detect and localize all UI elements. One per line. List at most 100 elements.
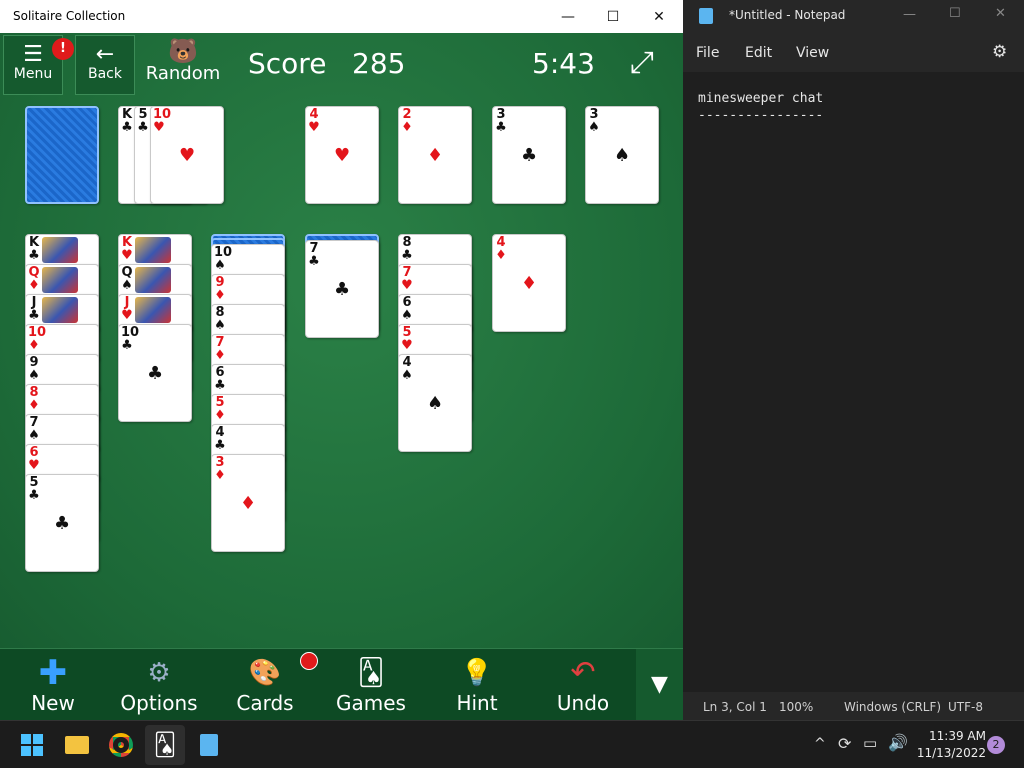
score-value: 285 [352, 47, 406, 80]
card-rank: 8 ♣ [401, 235, 413, 263]
score-label: Score [248, 47, 327, 80]
gear-icon[interactable]: ⚙ [992, 42, 1007, 62]
palette-icon: 🎨 [248, 658, 282, 688]
bottom-toolbar: ✚ New ⚙ Options 🎨 Cards 🂡 Games 💡 Hint ↶… [0, 648, 683, 720]
card-rank: 7 ♠ [28, 415, 40, 443]
menu-file[interactable]: File [696, 45, 719, 61]
text-editor[interactable]: minesweeper chat ---------------- [683, 72, 1024, 692]
suit-pip: ♠ [427, 393, 444, 414]
chevron-down-icon[interactable]: ▼ [636, 649, 683, 720]
notepad-taskbar-icon[interactable] [189, 725, 229, 765]
maximize-button[interactable]: ☐ [949, 6, 961, 21]
playing-card[interactable]: 7 ♣ ♣ [305, 240, 379, 338]
network-icon[interactable]: ▭ [863, 734, 877, 752]
undo-icon: ↶ [570, 655, 596, 690]
minimize-button[interactable]: — [903, 7, 916, 22]
card-rank: 4 ♣ [214, 425, 226, 453]
suit-pip: ♠ [614, 145, 631, 166]
card-rank: 4 ♠ [401, 355, 413, 383]
status-bar: Ln 3, Col 1 100% Windows (CRLF) UTF-8 [683, 694, 1024, 720]
playing-card[interactable]: 10 ♥ ♥ [150, 106, 224, 204]
card-rank: 9 ♦ [214, 275, 226, 303]
sync-icon[interactable]: ⟳ [838, 734, 851, 753]
arrow-left-icon: ← [95, 42, 115, 67]
menu-view[interactable]: View [796, 45, 829, 61]
face-card-art [135, 237, 171, 263]
playing-card[interactable]: 3 ♣ ♣ [492, 106, 566, 204]
face-card-art [135, 297, 171, 323]
playing-card[interactable]: 4 ♥ ♥ [305, 106, 379, 204]
back-label: Back [88, 66, 122, 82]
lightbulb-icon: 💡 [460, 658, 494, 688]
suit-pip: ♦ [521, 273, 538, 294]
volume-icon[interactable]: 🔊 [888, 733, 908, 752]
hint-label: Hint [456, 691, 498, 715]
text-line: minesweeper chat [698, 91, 824, 106]
encoding: UTF-8 [948, 700, 983, 714]
alert-badge: ! [52, 38, 74, 60]
notepad-title: *Untitled - Notepad [729, 8, 846, 22]
hint-button[interactable]: 💡 Hint [432, 649, 522, 720]
options-button[interactable]: ⚙ Options [114, 649, 204, 720]
card-rank: 7 ♣ [308, 241, 320, 269]
card-rank: 6 ♠ [401, 295, 413, 323]
undo-button[interactable]: ↶ Undo [538, 649, 628, 720]
chevron-up-icon[interactable]: ^ [814, 736, 826, 752]
playing-card[interactable]: 3 ♦ ♦ [211, 454, 285, 552]
game-board[interactable]: ☰ Menu ! ← Back 🐻 Random Score 285 5:43 … [0, 33, 683, 648]
line-ending: Windows (CRLF) [844, 700, 942, 714]
card-rank: 10 ♥ [153, 107, 172, 135]
suit-pip: ♣ [54, 513, 71, 534]
card-rank: 9 ♠ [28, 355, 40, 383]
menu-button[interactable]: ☰ Menu ! [3, 35, 74, 95]
notepad-title-bar: *Untitled - Notepad — ☐ ✕ [683, 0, 1024, 33]
notification-badge[interactable]: 2 [987, 736, 1005, 754]
solitaire-window: Solitaire Collection — ☐ ✕ ☰ Menu ! ← Ba… [0, 0, 683, 720]
start-button[interactable] [12, 725, 52, 765]
stock-pile[interactable] [25, 106, 99, 204]
games-button[interactable]: 🂡 Games [326, 649, 416, 720]
windows-icon [21, 734, 43, 756]
card-rank: 3 ♣ [495, 107, 507, 135]
card-rank: 10 ♦ [28, 325, 47, 353]
close-button[interactable]: ✕ [995, 6, 1006, 21]
playing-card[interactable]: 5 ♣ ♣ [25, 474, 99, 572]
playing-card[interactable]: 4 ♠ ♠ [398, 354, 472, 452]
face-card-art [135, 267, 171, 293]
card-rank: 8 ♠ [214, 305, 226, 333]
chrome-icon[interactable] [101, 725, 141, 765]
card-rank: 8 ♦ [28, 385, 40, 413]
zoom-level: 100% [779, 700, 814, 714]
clock-date[interactable]: 11/13/2022 [914, 746, 986, 760]
solitaire-taskbar-icon[interactable]: 🂡 [145, 725, 185, 765]
plus-icon: ✚ [38, 653, 68, 693]
notification-dot [300, 652, 318, 670]
mode-label: Random [145, 63, 221, 84]
gear-icon: ⚙ [147, 658, 171, 688]
playing-card[interactable]: 3 ♠ ♠ [585, 106, 659, 204]
window-title: Solitaire Collection [13, 9, 126, 23]
playing-card[interactable]: 4 ♦ ♦ [492, 234, 566, 332]
cards-label: Cards [236, 691, 294, 715]
playing-card[interactable]: 2 ♦ ♦ [398, 106, 472, 204]
games-label: Games [336, 691, 406, 715]
new-game-button[interactable]: ✚ New [8, 649, 98, 720]
close-button[interactable]: ✕ [636, 0, 682, 33]
minimize-button[interactable]: — [545, 0, 591, 33]
clock-time[interactable]: 11:39 AM [914, 729, 986, 743]
undo-label: Undo [556, 691, 610, 715]
card-rank: J ♣ [28, 295, 40, 323]
card-rank: J ♥ [121, 295, 133, 323]
playing-card[interactable]: 10 ♣ ♣ [118, 324, 192, 422]
title-bar: Solitaire Collection — ☐ ✕ [0, 0, 683, 33]
fullscreen-icon[interactable]: ⤢ [630, 45, 654, 80]
options-label: Options [120, 691, 198, 715]
back-button[interactable]: ← Back [75, 35, 135, 95]
card-rank: 7 ♥ [401, 265, 413, 293]
cards-button[interactable]: 🎨 Cards [220, 649, 318, 720]
maximize-button[interactable]: ☐ [590, 0, 636, 33]
menu-edit[interactable]: Edit [745, 45, 772, 61]
file-explorer-icon[interactable] [57, 725, 97, 765]
card-rank: 3 ♦ [214, 455, 226, 483]
face-card-art [42, 237, 78, 263]
